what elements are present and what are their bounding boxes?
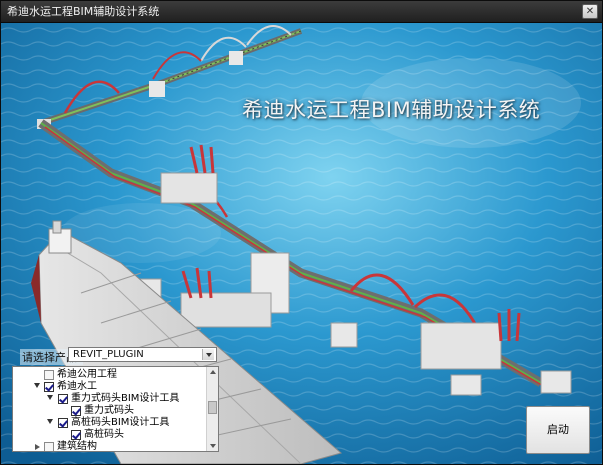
tree-scrollbar[interactable] [206,367,218,451]
scroll-down-icon[interactable] [207,440,218,451]
tree-item[interactable]: 希迪公用工程 [13,369,208,381]
product-dropdown[interactable]: REVIT_PLUGIN [68,347,217,362]
product-dropdown-value: REVIT_PLUGIN [73,349,144,360]
title-bar: 希迪水运工程BIM辅助设计系统 ✕ [1,1,602,23]
checkbox-unchecked-icon[interactable] [44,442,54,451]
tree-item[interactable]: 希迪水工 [13,381,208,393]
close-button[interactable]: ✕ [582,4,598,19]
tree-item[interactable]: 重力式码头 [13,405,208,417]
start-button[interactable]: 启动 [526,406,590,454]
tree-item-label: 高桩码头 [84,429,124,440]
tree-item-label: 高桩码头BIM设计工具 [71,417,170,428]
tree-item[interactable]: 高桩码头 [13,429,208,441]
checkbox-checked-icon[interactable] [58,394,68,404]
checkbox-checked-icon[interactable] [71,430,81,440]
chevron-down-icon[interactable] [202,349,214,360]
checkbox-checked-icon[interactable] [44,382,54,392]
tree-item-label: 重力式码头 [84,405,134,416]
tree-item[interactable]: 重力式码头BIM设计工具 [13,393,208,405]
expand-arrow-icon[interactable] [47,395,53,400]
feature-tree[interactable]: 希迪公用工程 希迪水工 重力式码头BIM设计工具 重力式码头 高桩码头BIM设计… [12,366,219,452]
tree-item-label: 建筑结构 [57,441,97,452]
tree-item-label: 希迪公用工程 [57,369,117,380]
checkbox-checked-icon[interactable] [58,418,68,428]
expand-arrow-icon[interactable] [47,419,53,424]
scrollbar-thumb[interactable] [208,401,217,414]
app-window: 希迪水运工程BIM辅助设计系统 ✕ 希迪水运工程BIM辅助设计系统 请选择产品:… [0,0,603,465]
scroll-up-icon[interactable] [207,367,218,378]
collapsed-arrow-icon[interactable] [35,444,40,450]
tree-item[interactable]: 高桩码头BIM设计工具 [13,417,208,429]
window-title: 希迪水运工程BIM辅助设计系统 [7,5,160,18]
banner-title: 希迪水运工程BIM辅助设计系统 [242,98,541,122]
checkbox-checked-icon[interactable] [71,406,81,416]
tree-item[interactable]: 建筑结构 [13,441,208,452]
tree-item-label: 重力式码头BIM设计工具 [71,393,180,404]
checkbox-unchecked-icon[interactable] [44,370,54,380]
expand-arrow-icon[interactable] [34,383,40,388]
tree-item-label: 希迪水工 [57,381,97,392]
